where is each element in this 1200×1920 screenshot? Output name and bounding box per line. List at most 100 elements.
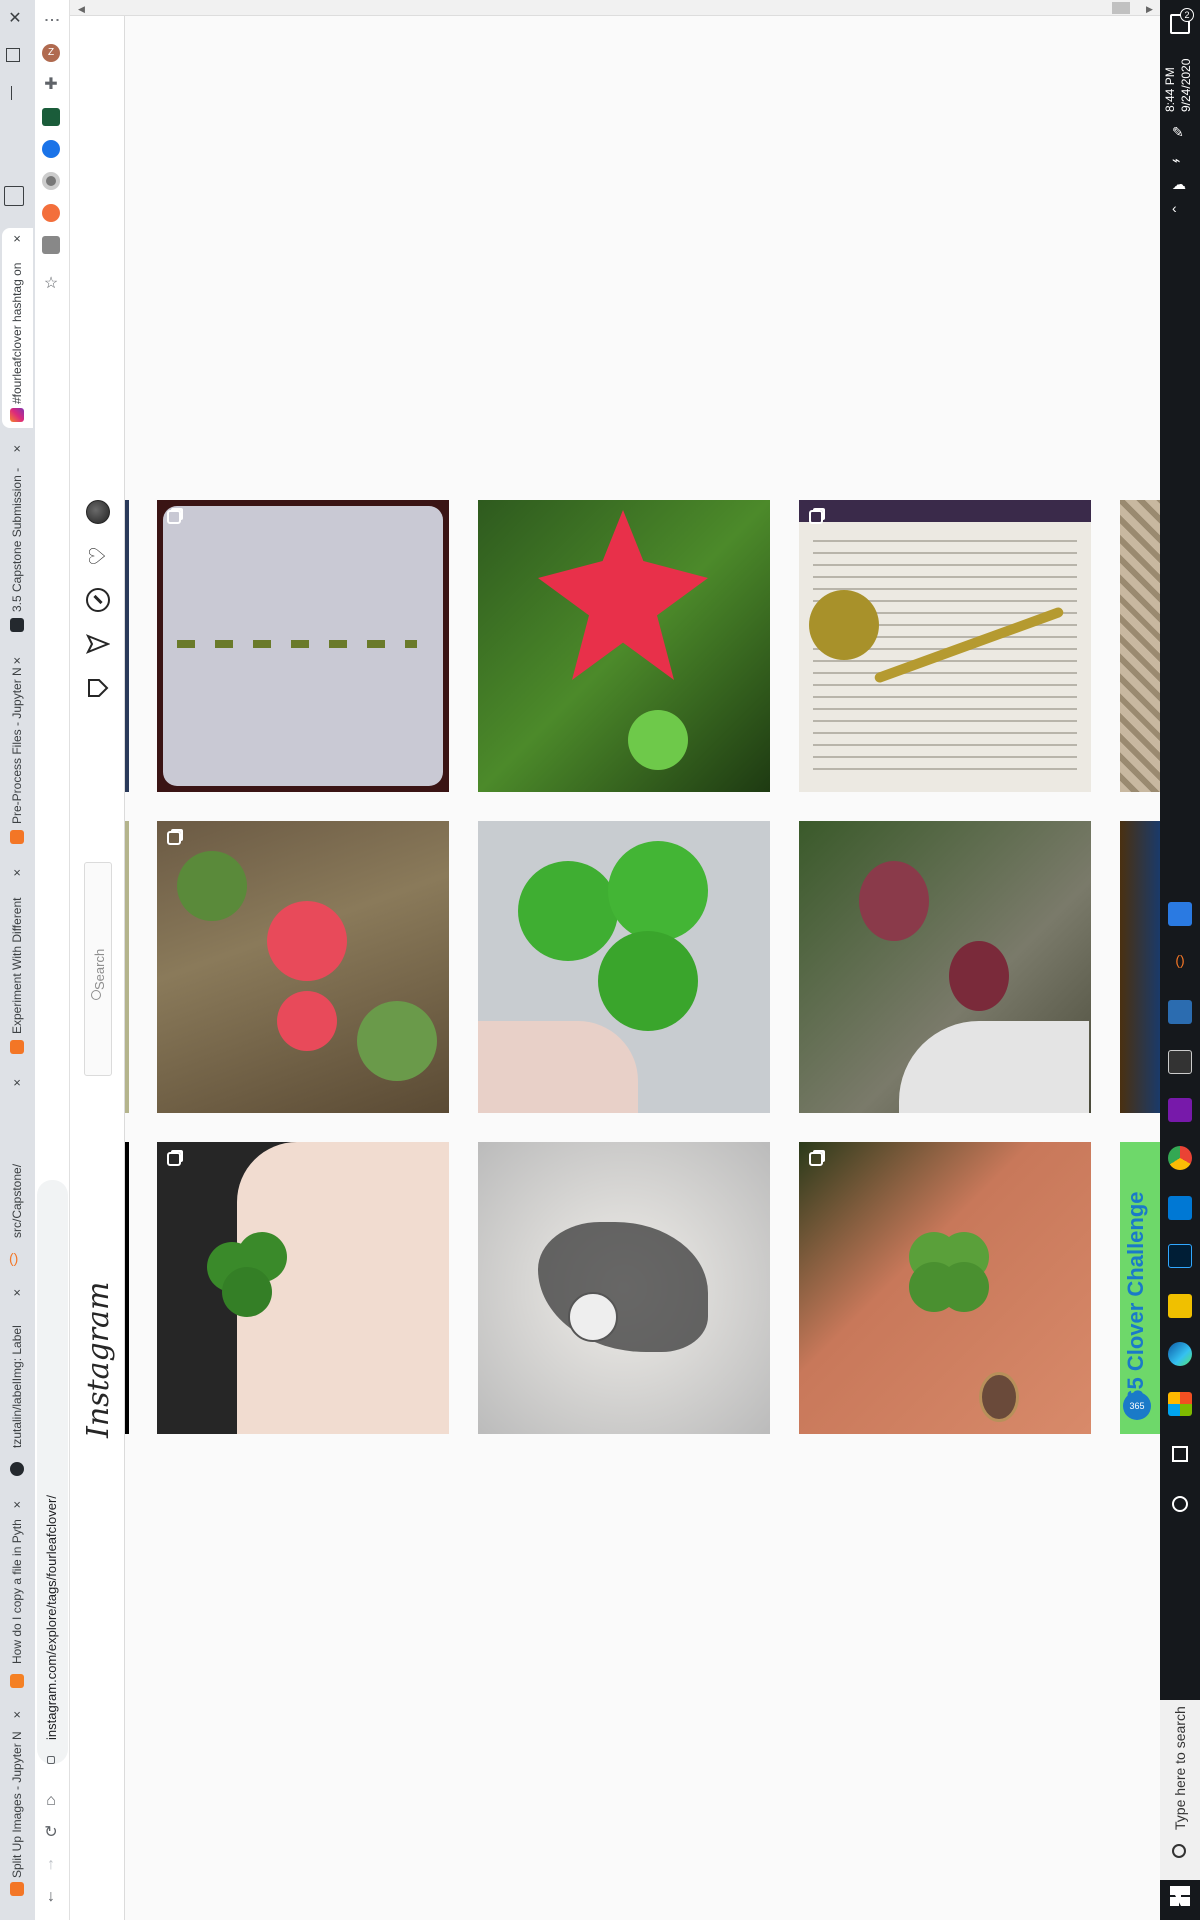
jupyter-folder-favicon-icon: () — [9, 1250, 19, 1266]
task-view-icon[interactable] — [1172, 1446, 1188, 1462]
tab-search-icon[interactable] — [4, 186, 24, 206]
tray-chevron-icon[interactable]: ‹ — [1172, 200, 1177, 216]
post-thumbnail[interactable] — [157, 500, 449, 792]
chrome-app-icon[interactable] — [1168, 1146, 1192, 1170]
back-icon[interactable]: ↓ — [42, 1888, 60, 1906]
instagram-logo[interactable]: Instagram — [81, 1282, 116, 1438]
cloud-icon[interactable]: ☁ — [1172, 176, 1186, 193]
extension-icon[interactable] — [42, 172, 60, 190]
post-thumbnail[interactable] — [799, 821, 1091, 1113]
file-explorer-app-icon[interactable] — [1168, 1294, 1192, 1318]
home-icon[interactable] — [86, 676, 110, 700]
network-icon[interactable]: ⌁ — [1172, 152, 1180, 169]
search-icon — [1172, 1844, 1186, 1858]
tab-label: Experiment With Different — [10, 897, 24, 1035]
instagram-favicon-icon — [10, 408, 24, 422]
scrollbar-thumb[interactable] — [1112, 2, 1130, 14]
pen-icon[interactable]: ✎ — [1172, 124, 1184, 141]
multiple-photos-icon — [809, 1152, 823, 1166]
profile-avatar[interactable]: Z — [42, 44, 60, 62]
partial-post[interactable] — [125, 821, 129, 1113]
cortana-icon[interactable] — [1172, 1496, 1188, 1512]
multiple-photos-icon — [167, 831, 181, 845]
mail-app-icon[interactable] — [1168, 1196, 1192, 1220]
lock-icon — [47, 1756, 55, 1764]
onenote-app-icon[interactable] — [1168, 1098, 1192, 1122]
tab-close-icon[interactable]: × — [10, 1286, 24, 1300]
explore-compass-icon[interactable] — [86, 588, 110, 612]
tab-label: 3.5 Capstone Submission - — [10, 467, 24, 612]
jupyter-app-icon[interactable]: () — [1168, 952, 1192, 976]
tab-label: How do I copy a file in Pyth — [10, 1519, 24, 1664]
tab-label: Split Up Images - Jupyter N — [10, 1731, 24, 1878]
terminal-app-icon[interactable] — [1168, 1050, 1192, 1074]
reload-icon[interactable]: ↻ — [42, 1824, 60, 1842]
browser-menu-icon[interactable]: ⋮ — [42, 12, 62, 28]
partial-post-caption: 365 Clover Challenge — [1123, 1191, 1148, 1414]
tab-close-icon[interactable]: × — [10, 1076, 24, 1090]
tab-label: Pre-Process Files - Jupyter N — [10, 667, 24, 824]
github-favicon-icon — [10, 1462, 24, 1476]
edge-app-icon[interactable] — [1168, 1342, 1192, 1366]
tab-close-icon[interactable]: × — [10, 1498, 24, 1512]
search-icon — [91, 990, 101, 1000]
scroll-right-arrow-icon[interactable]: ▶ — [1146, 4, 1153, 15]
multiple-photos-icon — [167, 510, 181, 524]
tab-close-icon[interactable]: × — [10, 866, 24, 880]
post-thumbnail[interactable] — [478, 821, 770, 1113]
forward-icon[interactable]: ↑ — [42, 1856, 60, 1874]
tab-close-icon[interactable]: × — [10, 654, 24, 668]
multiple-photos-icon — [809, 510, 823, 524]
post-thumbnail[interactable] — [478, 500, 770, 792]
tab-close-icon[interactable]: × — [10, 1708, 24, 1722]
multiple-photos-icon — [167, 1152, 181, 1166]
activity-heart-icon[interactable]: ♡ — [85, 544, 110, 568]
window-restore-icon[interactable] — [6, 48, 20, 62]
taskbar-time[interactable]: 8:44 PM — [1163, 67, 1177, 112]
tab-label: tzutalin/labelImg: Label — [10, 1325, 24, 1448]
tab-close-icon[interactable]: × — [10, 442, 24, 456]
jupyter-favicon-icon — [10, 830, 24, 844]
partial-post[interactable]: 365 Clover Challenge 365 — [1120, 1142, 1160, 1434]
extension-icon[interactable] — [42, 236, 60, 254]
search-placeholder: Search — [92, 948, 107, 990]
partial-post[interactable] — [1120, 821, 1160, 1113]
bookmark-star-icon[interactable]: ☆ — [42, 275, 60, 293]
partial-post[interactable] — [1120, 500, 1160, 792]
scroll-left-arrow-icon[interactable]: ◀ — [78, 4, 85, 15]
post-thumbnail[interactable] — [157, 821, 449, 1113]
store-app-icon[interactable] — [1168, 1392, 1192, 1416]
jupyter-favicon-icon — [10, 1882, 24, 1896]
notification-count: 2 — [1180, 8, 1194, 22]
post-thumbnail[interactable] — [478, 1142, 770, 1434]
tab-close-icon[interactable]: × — [10, 232, 24, 246]
extensions-icon[interactable]: ✚ — [42, 76, 60, 94]
horizontal-scrollbar[interactable] — [70, 0, 1160, 16]
partial-post-badge: 365 — [1123, 1392, 1151, 1420]
partial-post[interactable] — [125, 500, 129, 792]
post-thumbnail[interactable] — [157, 1142, 449, 1434]
extension-icon[interactable] — [42, 204, 60, 222]
window-close-icon[interactable]: ✕ — [4, 8, 26, 30]
tab-label: src/Capstone/ — [10, 1163, 24, 1238]
taskbar-date[interactable]: 9/24/2020 — [1179, 59, 1193, 112]
extension-icon[interactable] — [42, 108, 60, 126]
tab-label: #fourleafclover hashtag on — [10, 262, 24, 404]
post-thumbnail[interactable] — [799, 1142, 1091, 1434]
address-url[interactable]: instagram.com/explore/tags/fourleafclove… — [44, 1495, 59, 1740]
direct-message-icon[interactable] — [85, 632, 111, 656]
stackoverflow-favicon-icon — [10, 1674, 24, 1688]
home-icon[interactable]: ⌂ — [42, 1792, 60, 1810]
github-favicon-icon — [10, 618, 24, 632]
notification-center-icon[interactable]: 2 — [1170, 8, 1194, 34]
extension-icon[interactable] — [42, 140, 60, 158]
jupyter-favicon-icon — [10, 1040, 24, 1054]
calculator-app-icon[interactable] — [1168, 902, 1192, 926]
photoshop-app-icon[interactable] — [1168, 1244, 1192, 1268]
profile-avatar[interactable] — [86, 500, 110, 524]
partial-post[interactable] — [125, 1142, 129, 1434]
outlook-app-icon[interactable] — [1168, 1000, 1192, 1024]
window-minimize-icon[interactable] — [11, 86, 12, 100]
post-thumbnail[interactable] — [799, 500, 1091, 792]
taskbar-search-placeholder: Type here to search — [1172, 1706, 1188, 1830]
